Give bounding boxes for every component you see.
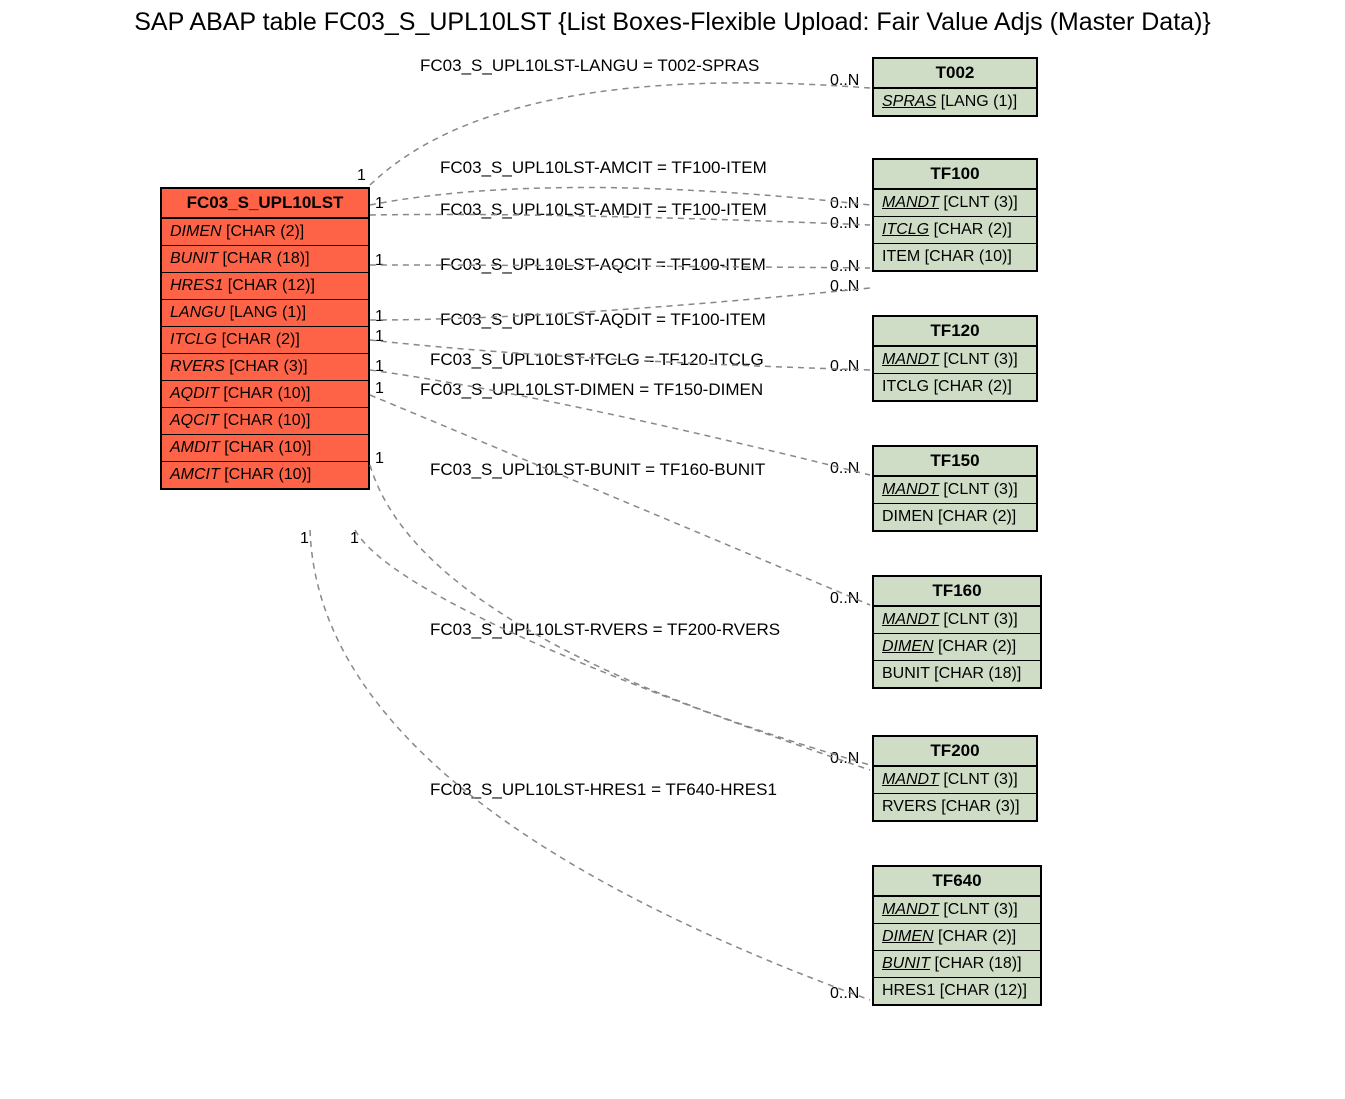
entity-header: TF160 [874, 577, 1040, 607]
entity-field: HRES1 [CHAR (12)] [874, 978, 1040, 1004]
entity-field: BUNIT [CHAR (18)] [874, 661, 1040, 687]
cardinality-left: 1 [375, 358, 384, 376]
edge-label: FC03_S_UPL10LST-AQDIT = TF100-ITEM [440, 310, 766, 330]
entity-tf150: TF150 MANDT [CLNT (3)] DIMEN [CHAR (2)] [872, 445, 1038, 532]
cardinality-right: 0..N [830, 460, 859, 478]
edge-label: FC03_S_UPL10LST-AMCIT = TF100-ITEM [440, 158, 767, 178]
cardinality-left: 1 [375, 195, 384, 213]
cardinality-right: 0..N [830, 590, 859, 608]
cardinality-left: 1 [300, 530, 309, 548]
cardinality-right: 0..N [830, 985, 859, 1003]
edge-label: FC03_S_UPL10LST-BUNIT = TF160-BUNIT [430, 460, 765, 480]
cardinality-left: 1 [375, 328, 384, 346]
cardinality-right: 0..N [830, 72, 859, 90]
entity-main-field: LANGU [LANG (1)] [162, 300, 368, 327]
entity-field: ITCLG [CHAR (2)] [874, 217, 1036, 244]
edge-label: FC03_S_UPL10LST-AQCIT = TF100-ITEM [440, 255, 766, 275]
entity-main-field: AQCIT [CHAR (10)] [162, 408, 368, 435]
entity-t002: T002 SPRAS [LANG (1)] [872, 57, 1038, 117]
entity-tf160: TF160 MANDT [CLNT (3)] DIMEN [CHAR (2)] … [872, 575, 1042, 689]
edge-label: FC03_S_UPL10LST-ITCLG = TF120-ITCLG [430, 350, 764, 370]
cardinality-left: 1 [357, 167, 366, 185]
edge-label: FC03_S_UPL10LST-HRES1 = TF640-HRES1 [430, 780, 777, 800]
entity-tf200: TF200 MANDT [CLNT (3)] RVERS [CHAR (3)] [872, 735, 1038, 822]
entity-field: DIMEN [CHAR (2)] [874, 924, 1040, 951]
entity-main-field: HRES1 [CHAR (12)] [162, 273, 368, 300]
entity-main-field: AQDIT [CHAR (10)] [162, 381, 368, 408]
cardinality-left: 1 [375, 308, 384, 326]
entity-main-field: DIMEN [CHAR (2)] [162, 219, 368, 246]
entity-field: MANDT [CLNT (3)] [874, 190, 1036, 217]
cardinality-right: 0..N [830, 750, 859, 768]
edge-label: FC03_S_UPL10LST-DIMEN = TF150-DIMEN [420, 380, 763, 400]
entity-main-field: AMDIT [CHAR (10)] [162, 435, 368, 462]
entity-field: SPRAS [LANG (1)] [874, 89, 1036, 115]
entity-field: DIMEN [CHAR (2)] [874, 634, 1040, 661]
entity-main-header: FC03_S_UPL10LST [162, 189, 368, 219]
entity-tf640: TF640 MANDT [CLNT (3)] DIMEN [CHAR (2)] … [872, 865, 1042, 1006]
diagram-title: SAP ABAP table FC03_S_UPL10LST {List Box… [0, 8, 1345, 37]
entity-main-field: ITCLG [CHAR (2)] [162, 327, 368, 354]
entity-tf100: TF100 MANDT [CLNT (3)] ITCLG [CHAR (2)] … [872, 158, 1038, 272]
cardinality-left: 1 [375, 380, 384, 398]
entity-header: TF120 [874, 317, 1036, 347]
entity-header: T002 [874, 59, 1036, 89]
cardinality-left: 1 [375, 450, 384, 468]
cardinality-left: 1 [350, 530, 359, 548]
entity-field: MANDT [CLNT (3)] [874, 477, 1036, 504]
entity-field: MANDT [CLNT (3)] [874, 897, 1040, 924]
entity-tf120: TF120 MANDT [CLNT (3)] ITCLG [CHAR (2)] [872, 315, 1038, 402]
cardinality-right: 0..N [830, 258, 859, 276]
entity-main-field: AMCIT [CHAR (10)] [162, 462, 368, 488]
entity-field: ITEM [CHAR (10)] [874, 244, 1036, 270]
edge-label: FC03_S_UPL10LST-AMDIT = TF100-ITEM [440, 200, 767, 220]
cardinality-left: 1 [375, 252, 384, 270]
entity-header: TF100 [874, 160, 1036, 190]
entity-field: ITCLG [CHAR (2)] [874, 374, 1036, 400]
edge-label: FC03_S_UPL10LST-RVERS = TF200-RVERS [430, 620, 780, 640]
entity-header: TF150 [874, 447, 1036, 477]
entity-field: MANDT [CLNT (3)] [874, 607, 1040, 634]
entity-field: BUNIT [CHAR (18)] [874, 951, 1040, 978]
edge-label: FC03_S_UPL10LST-LANGU = T002-SPRAS [420, 56, 759, 76]
cardinality-right: 0..N [830, 215, 859, 233]
entity-header: TF200 [874, 737, 1036, 767]
entity-header: TF640 [874, 867, 1040, 897]
entity-field: DIMEN [CHAR (2)] [874, 504, 1036, 530]
entity-main-field: BUNIT [CHAR (18)] [162, 246, 368, 273]
cardinality-right: 0..N [830, 358, 859, 376]
cardinality-right: 0..N [830, 195, 859, 213]
entity-main: FC03_S_UPL10LST DIMEN [CHAR (2)] BUNIT [… [160, 187, 370, 490]
entity-field: RVERS [CHAR (3)] [874, 794, 1036, 820]
entity-field: MANDT [CLNT (3)] [874, 767, 1036, 794]
entity-main-field: RVERS [CHAR (3)] [162, 354, 368, 381]
cardinality-right: 0..N [830, 278, 859, 296]
entity-field: MANDT [CLNT (3)] [874, 347, 1036, 374]
